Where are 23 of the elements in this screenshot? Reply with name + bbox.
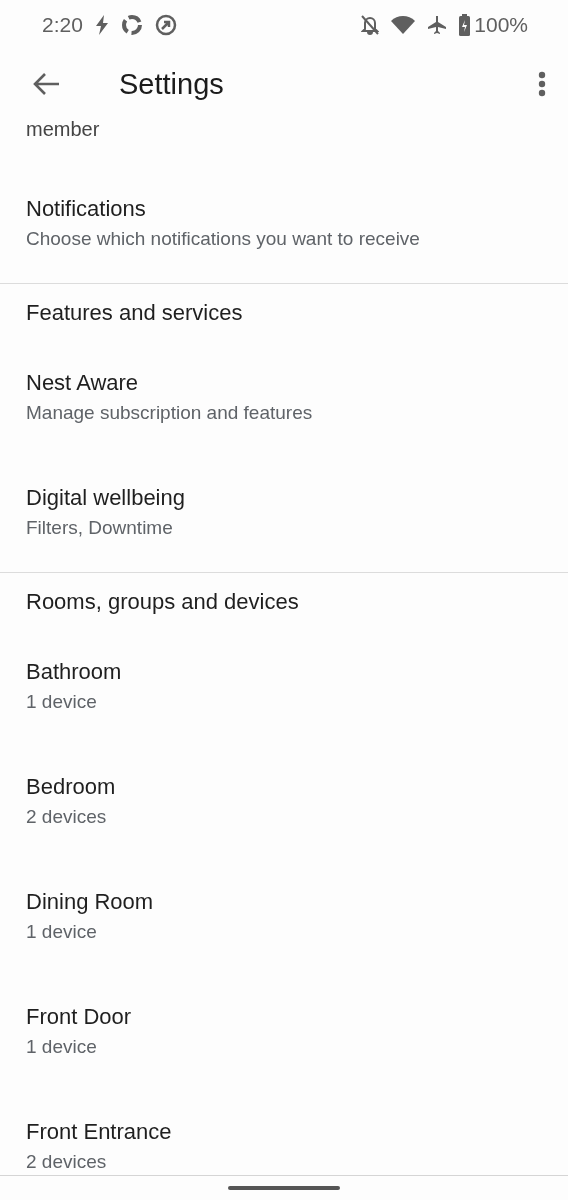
- settings-item[interactable]: Bathroom 1 device: [0, 631, 568, 746]
- clock-time: 2:20: [42, 13, 83, 37]
- battery-level: 100%: [474, 13, 528, 37]
- settings-item[interactable]: Digital wellbeing Filters, Downtime: [0, 457, 568, 572]
- sync-circle-icon: [120, 14, 143, 36]
- bell-off-icon: [361, 15, 380, 35]
- item-subtitle: member: [26, 118, 100, 140]
- battery-icon: [459, 14, 471, 36]
- settings-item[interactable]: Dining Room 1 device: [0, 861, 568, 976]
- settings-item[interactable]: Bedroom 2 devices: [0, 746, 568, 861]
- settings-item[interactable]: Front Entrance 2 devices: [0, 1091, 568, 1175]
- section-header: Rooms, groups and devices: [26, 589, 299, 615]
- more-vertical-icon: [538, 71, 546, 97]
- back-arrow-icon: [32, 72, 60, 96]
- airplane-icon: [427, 15, 448, 35]
- screen-title: Settings: [119, 67, 225, 101]
- home-gesture-handle[interactable]: [228, 1186, 340, 1190]
- settings-item[interactable]: Front Door 1 device: [0, 976, 568, 1091]
- wifi-icon: [391, 16, 416, 34]
- settings-item[interactable]: Notifications Choose which notifications you want to receive: [0, 168, 568, 283]
- section-header: Features and services: [26, 300, 243, 326]
- flash-icon: [94, 15, 109, 35]
- settings-item[interactable]: Nest Aware Manage subscription and features: [0, 342, 568, 457]
